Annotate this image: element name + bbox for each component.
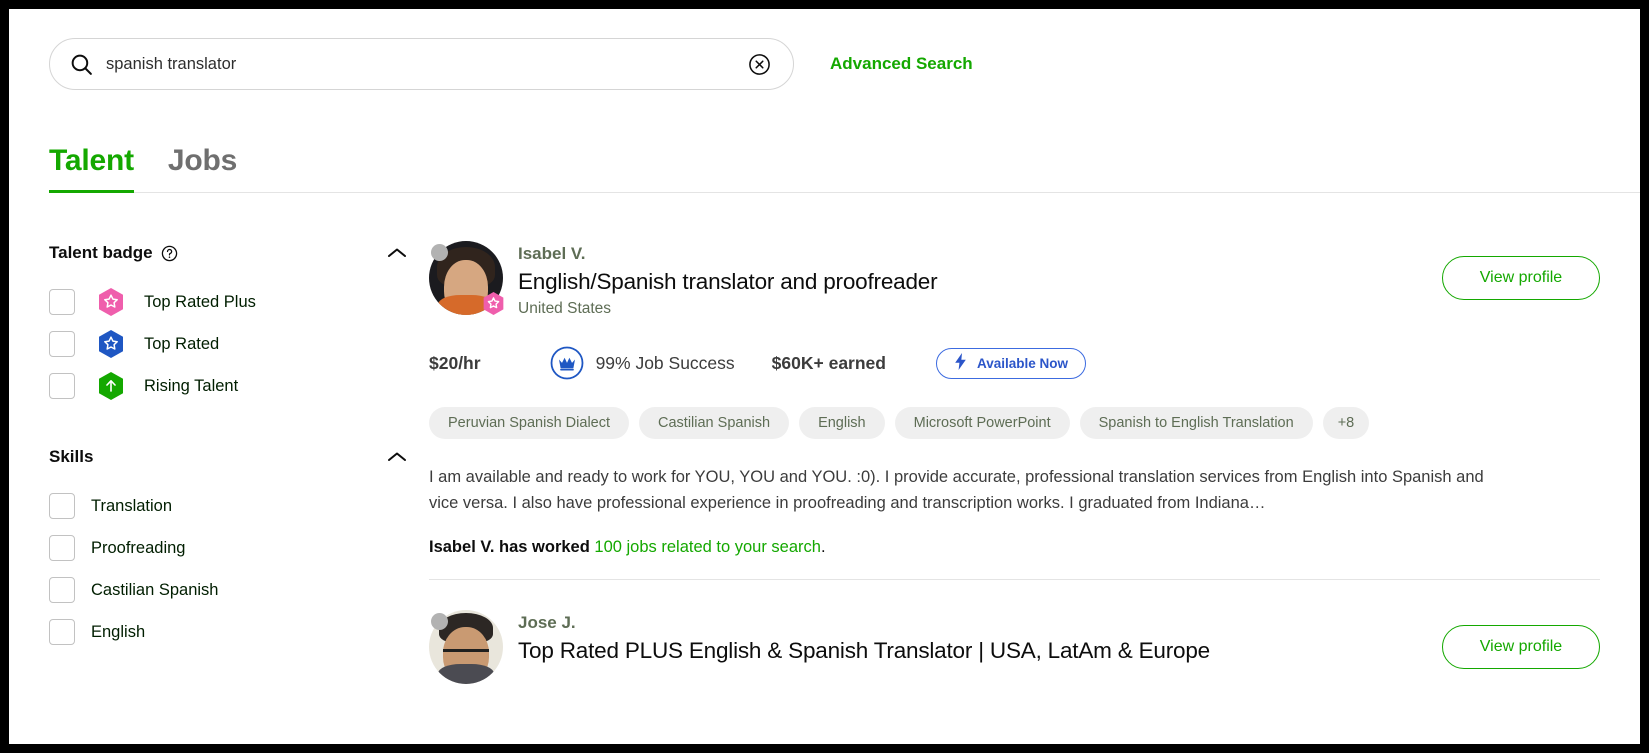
checkbox-proofreading[interactable] — [49, 535, 75, 561]
search-input[interactable] — [106, 54, 747, 74]
freelancer-location: United States — [518, 300, 612, 318]
skill-tags-more[interactable]: +8 — [1322, 407, 1370, 440]
freelancer-identity: Isabel V. English/Spanish translator and… — [518, 241, 938, 318]
avatar[interactable] — [429, 241, 505, 315]
hourly-rate: $20/hr — [429, 352, 481, 373]
filter-option-proofreading[interactable]: Proofreading — [49, 527, 429, 569]
skills-title: Skills — [49, 447, 94, 466]
question-circle-icon[interactable] — [161, 245, 178, 262]
skills-options: Translation Proofreading Castilian Spani… — [49, 485, 429, 653]
hexagon-star-pink-icon — [482, 292, 505, 315]
skill-tag[interactable]: English — [799, 407, 885, 440]
checkbox-top-rated-plus[interactable] — [49, 289, 75, 315]
filter-label: Proofreading — [91, 538, 186, 557]
freelancer-name: Jose J. — [518, 613, 576, 633]
lightning-bolt-icon — [954, 353, 967, 373]
filter-label: English — [91, 622, 146, 641]
filter-option-top-rated-plus[interactable]: Top Rated Plus — [49, 281, 429, 323]
freelancer-stats: $20/hr 99% Job Success $60K+ earned Avai… — [429, 346, 1600, 380]
hexagon-arrow-up-green-icon — [97, 371, 125, 401]
job-success-value: 99% Job Success — [595, 352, 735, 373]
tab-jobs[interactable]: Jobs — [168, 144, 237, 192]
worked-jobs-line: Isabel V. has worked 100 jobs related to… — [429, 538, 1600, 557]
avatar[interactable] — [429, 610, 503, 685]
available-now-label: Available Now — [976, 355, 1069, 371]
talent-badge-filter-header[interactable]: Talent badge — [49, 243, 429, 263]
filter-option-rising-talent[interactable]: Rising Talent — [49, 365, 429, 407]
card-header: Jose J. Top Rated PLUS English & Spanish… — [429, 610, 1600, 685]
checkbox-castilian-spanish[interactable] — [49, 577, 75, 603]
checkbox-translation[interactable] — [49, 493, 75, 519]
filter-label: Translation — [91, 496, 173, 515]
checkbox-english[interactable] — [49, 619, 75, 645]
freelancer-description: I am available and ready to work for YOU… — [429, 468, 1484, 512]
offline-status-dot — [431, 244, 448, 261]
tab-talent[interactable]: Talent — [49, 144, 134, 193]
page-viewport: Advanced Search Talent Jobs Talent badge — [9, 9, 1640, 744]
body-wrap: Talent badge Top Rated Plus Top Rated Ri… — [9, 193, 1640, 706]
freelancer-title[interactable]: English/Spanish translator and proofread… — [518, 267, 938, 296]
filter-label: Castilian Spanish — [91, 580, 219, 599]
card-header: Isabel V. English/Spanish translator and… — [429, 241, 1600, 318]
freelancer-card-isabel[interactable]: Isabel V. English/Spanish translator and… — [429, 241, 1600, 581]
talent-badge-options: Top Rated Plus Top Rated Rising Talent — [49, 281, 429, 407]
filter-option-translation[interactable]: Translation — [49, 485, 429, 527]
worked-prefix: Isabel V. has worked — [429, 538, 595, 557]
skill-tags: Peruvian Spanish Dialect Castilian Spani… — [429, 407, 1600, 440]
view-profile-button[interactable]: View profile — [1442, 256, 1600, 300]
checkbox-rising-talent[interactable] — [49, 373, 75, 399]
filter-option-english[interactable]: English — [49, 611, 429, 653]
worked-jobs-link[interactable]: 100 jobs related to your search — [594, 538, 821, 556]
worked-suffix: . — [820, 538, 826, 557]
filter-option-top-rated[interactable]: Top Rated — [49, 323, 429, 365]
results-list: Isabel V. English/Spanish translator and… — [429, 193, 1640, 706]
filters-sidebar: Talent badge Top Rated Plus Top Rated Ri… — [49, 193, 429, 706]
available-now-badge[interactable]: Available Now — [935, 347, 1087, 379]
skill-tag[interactable]: Peruvian Spanish Dialect — [429, 407, 630, 440]
hexagon-star-blue-icon — [97, 329, 125, 359]
search-icon — [68, 51, 94, 77]
hexagon-star-pink-icon — [97, 287, 125, 317]
crown-circle-icon — [550, 346, 584, 380]
filter-option-castilian-spanish[interactable]: Castilian Spanish — [49, 569, 429, 611]
skill-tag[interactable]: Castilian Spanish — [639, 407, 790, 440]
job-success-stat: 99% Job Success — [550, 346, 735, 380]
chevron-up-icon[interactable] — [387, 247, 407, 259]
filter-label: Top Rated — [144, 334, 220, 353]
filter-label: Top Rated Plus — [144, 292, 256, 311]
freelancer-card-jose[interactable]: Jose J. Top Rated PLUS English & Spanish… — [429, 580, 1600, 706]
total-earned: $60K+ earned — [771, 352, 886, 373]
advanced-search-link[interactable]: Advanced Search — [830, 54, 973, 74]
skill-tag[interactable]: Microsoft PowerPoint — [894, 407, 1070, 440]
search-row: Advanced Search — [9, 9, 1640, 90]
talent-badge-title: Talent badge — [49, 243, 153, 262]
skills-filter-header[interactable]: Skills — [49, 447, 429, 467]
clear-search-icon[interactable] — [747, 52, 771, 76]
freelancer-identity: Jose J. Top Rated PLUS English & Spanish… — [518, 610, 1210, 684]
filter-label: Rising Talent — [144, 376, 239, 395]
skill-tag[interactable]: Spanish to English Translation — [1079, 407, 1313, 440]
search-box[interactable] — [49, 38, 794, 90]
result-tabs: Talent Jobs — [49, 144, 1640, 193]
freelancer-name: Isabel V. — [518, 244, 586, 263]
view-profile-button[interactable]: View profile — [1442, 625, 1600, 670]
chevron-up-icon[interactable] — [387, 451, 407, 463]
checkbox-top-rated[interactable] — [49, 331, 75, 357]
freelancer-title[interactable]: Top Rated PLUS English & Spanish Transla… — [518, 636, 1210, 665]
